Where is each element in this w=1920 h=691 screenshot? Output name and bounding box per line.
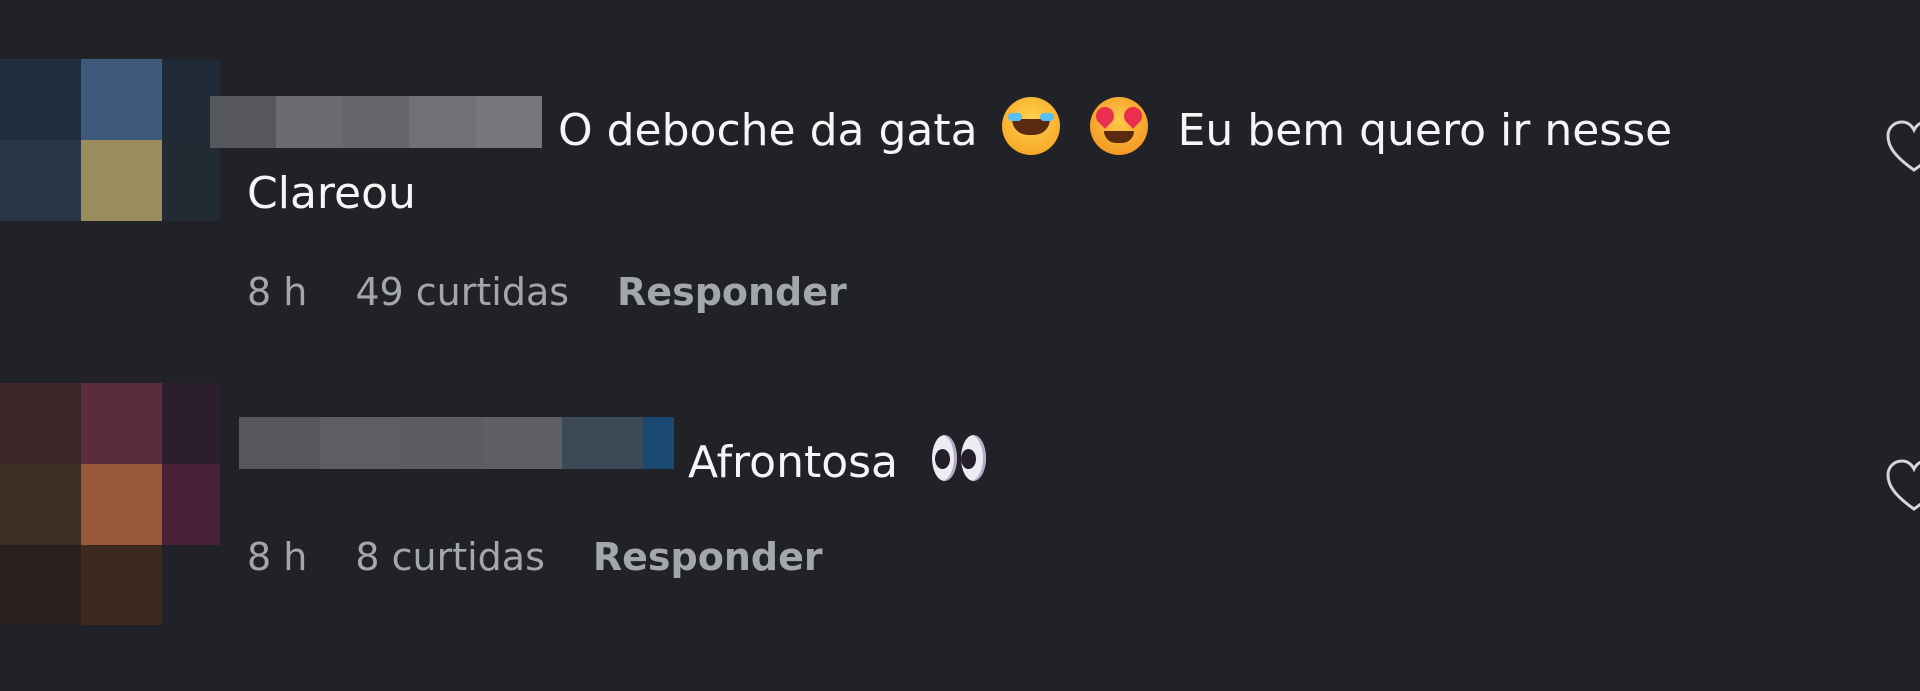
comment-text: Afrontosa xyxy=(688,435,987,489)
comment-time: 8 h xyxy=(247,535,308,579)
like-heart-icon[interactable] xyxy=(1884,457,1920,517)
comment-text-part1: Afrontosa xyxy=(688,437,899,488)
reply-button[interactable]: Responder xyxy=(617,270,847,314)
comment-time: 8 h xyxy=(247,270,308,314)
comment-text-line2: Clareou xyxy=(247,168,416,219)
avatar[interactable] xyxy=(0,59,220,299)
heart-eyes-icon xyxy=(1089,97,1148,155)
comment-text-part2: Eu bem quero ir nesse xyxy=(1177,105,1673,156)
reply-button[interactable]: Responder xyxy=(593,535,823,579)
eyes-icon xyxy=(932,435,987,483)
avatar[interactable] xyxy=(0,383,220,625)
username-blurred[interactable] xyxy=(210,96,543,148)
username-blurred[interactable] xyxy=(239,417,675,469)
comment-meta: 8 h 49 curtidas Responder xyxy=(247,270,895,314)
like-count[interactable]: 8 curtidas xyxy=(355,535,545,579)
like-heart-icon[interactable] xyxy=(1884,118,1920,178)
comment-text-part1: O deboche da gata xyxy=(558,105,978,156)
comment-text: O deboche da gata Eu bem quero ir nesse xyxy=(558,97,1672,157)
like-count[interactable]: 49 curtidas xyxy=(355,270,569,314)
comment-meta: 8 h 8 curtidas Responder xyxy=(247,535,871,579)
joy-icon xyxy=(1001,97,1060,155)
